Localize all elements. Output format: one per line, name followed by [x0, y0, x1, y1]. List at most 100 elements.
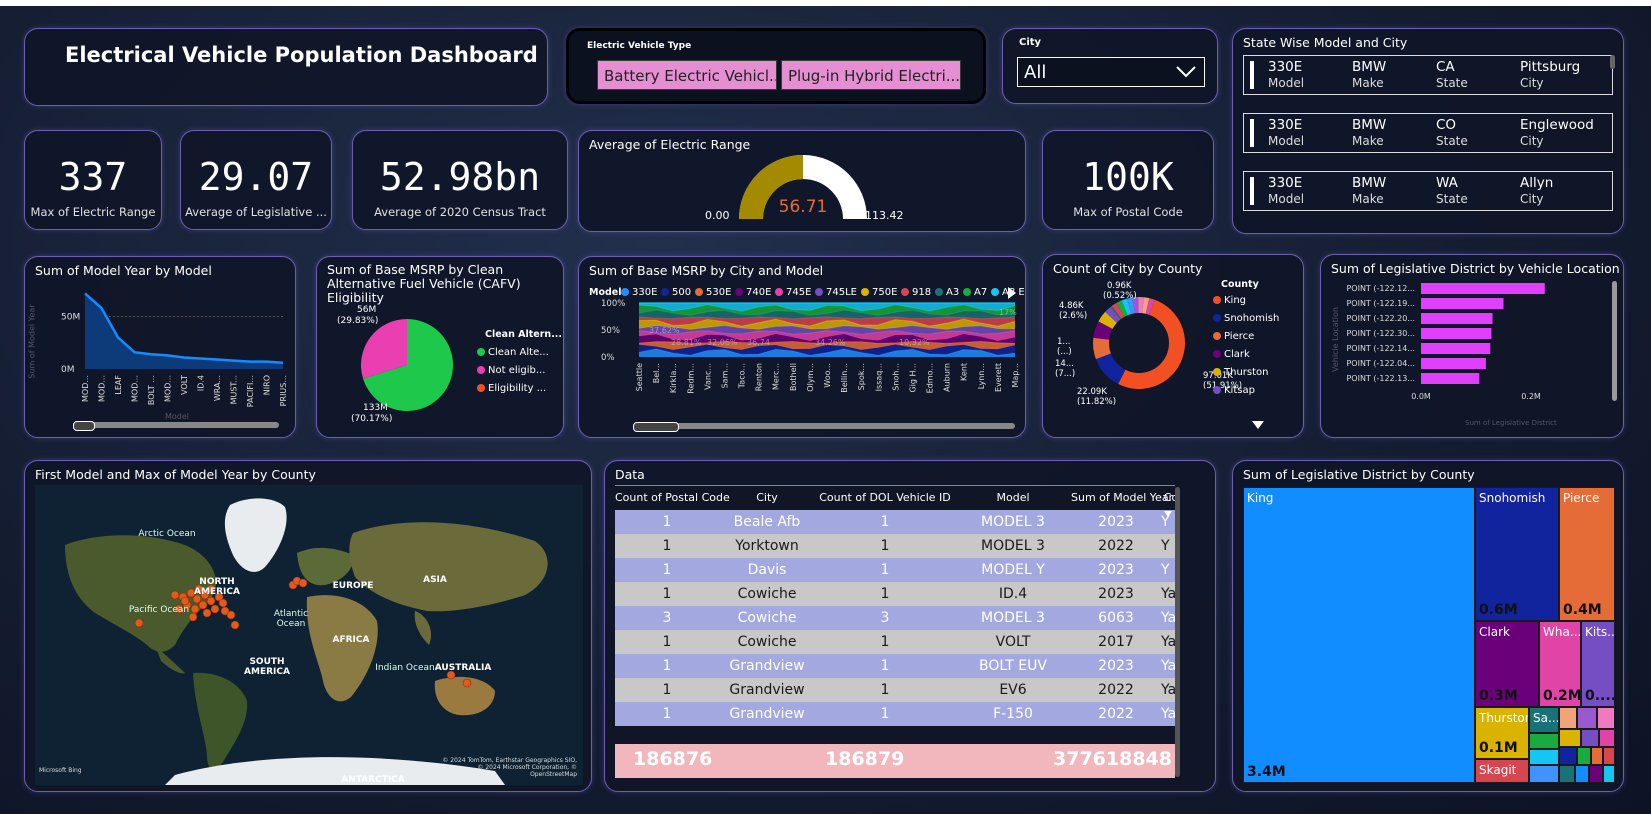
treemap-tile-small[interactable] — [1529, 765, 1559, 783]
msrp-city-scroll-thumb[interactable] — [633, 422, 679, 432]
map-label-indian: Indian Ocean — [375, 663, 435, 673]
table-row[interactable]: 1 Beale Afb 1 MODEL 3 2023 Y — [615, 510, 1175, 534]
state-wise-value: Pittsburg — [1520, 59, 1581, 75]
state-wise-row[interactable]: 330E Model BMW Make CO State Englewood City — [1243, 113, 1613, 153]
treemap-tile-clark[interactable]: Clark 0.3M — [1475, 621, 1539, 707]
bing-logo: Microsoft Bing — [39, 767, 82, 774]
treemap-tile-small[interactable] — [1559, 765, 1575, 783]
treemap-tile-small[interactable] — [1559, 707, 1577, 729]
treemap-tile-king[interactable]: King 3.4M — [1243, 487, 1475, 783]
treemap-tile-skagit[interactable]: Skagit — [1475, 759, 1529, 783]
table-cell: 1 — [662, 562, 672, 578]
x-tick-label: Vanc... — [703, 363, 712, 390]
city-county-donut — [1093, 297, 1185, 389]
treemap-tile-kitsap[interactable]: Kits... 0.... — [1581, 621, 1615, 707]
legend-item[interactable]: King — [1213, 295, 1246, 306]
x-tick-label: Renton — [755, 363, 764, 391]
treemap-tile-small[interactable] — [1603, 765, 1615, 783]
treemap-tile-small[interactable] — [1577, 707, 1597, 729]
total-postal-code: 186876 — [633, 748, 713, 770]
treemap-tile-small[interactable] — [1589, 765, 1603, 783]
legend-color-dot — [477, 348, 485, 356]
vehicle-location-xlabel: Sum of Legislative District — [1465, 419, 1557, 427]
column-header[interactable]: Model — [955, 486, 1071, 510]
table-cell: MODEL 3 — [981, 514, 1045, 530]
table-row[interactable]: 1 Grandview 1 EV6 2022 Ya — [615, 678, 1175, 702]
y-tick-label: POINT (-122.14... — [1346, 344, 1415, 353]
table-row[interactable]: 3 Cowiche 3 MODEL 3 6063 Ya — [615, 606, 1175, 630]
legend-item[interactable]: Not eligib... — [477, 365, 545, 376]
slicer-option-bev[interactable]: Battery Electric Vehicl... — [597, 60, 777, 90]
legend-item[interactable]: Clean Alte... — [477, 347, 549, 358]
gauge-min-label: 0.00 — [705, 209, 730, 222]
table-row[interactable]: 1 Yorktown 1 MODEL 3 2022 Y — [615, 534, 1175, 558]
legend-item[interactable]: Kitsap — [1213, 385, 1255, 396]
treemap-tile-san-juan[interactable]: Sa... — [1529, 707, 1559, 733]
treemap-tile-small[interactable] — [1577, 747, 1591, 765]
table-cell: Y — [1161, 538, 1170, 554]
table-scrollbar[interactable] — [1175, 487, 1180, 777]
msrp-city-scrollbar[interactable] — [633, 422, 1015, 432]
state-wise-value: CO — [1436, 117, 1457, 133]
state-wise-field-label: State — [1436, 192, 1468, 206]
table-row[interactable]: 1 Grandview 1 BOLT EUV 2023 Ya — [615, 654, 1175, 678]
legend-item[interactable]: Pierce — [1213, 331, 1254, 342]
treemap-tile-small[interactable] — [1559, 729, 1581, 747]
legend-color-dot — [477, 384, 485, 392]
x-tick-label: Lynn... — [977, 363, 986, 389]
column-header[interactable]: City — [719, 486, 815, 510]
column-header[interactable]: Sum of Model Year — [1071, 486, 1173, 510]
model-year-scroll-thumb[interactable] — [73, 421, 95, 431]
table-row[interactable]: 1 Grandview 1 F-150 2022 Ya — [615, 702, 1175, 726]
table-cell: Beale Afb — [733, 514, 801, 530]
treemap-tile-small[interactable] — [1559, 747, 1577, 765]
table-cell: MODEL Y — [981, 562, 1045, 578]
treemap-tile-small[interactable] — [1597, 707, 1615, 729]
treemap-tile-small[interactable] — [1529, 733, 1559, 749]
legend-item[interactable]: Snohomish — [1213, 313, 1279, 324]
treemap-tile-whatcom[interactable]: Wha... 0.2M — [1539, 621, 1581, 707]
map-label-na: NORTH AMERICA — [194, 577, 240, 597]
legend-item[interactable]: Eligibility ... — [477, 383, 546, 394]
treemap-tile-small[interactable] — [1575, 765, 1589, 783]
tile-name: Clark — [1479, 625, 1510, 639]
table-cell: 1 — [880, 586, 890, 602]
table-row[interactable]: 1 Cowiche 1 ID.4 2023 Ya — [615, 582, 1175, 606]
data-table-card: Data Count of Postal Code City Count of DO… — [604, 460, 1216, 792]
table-cell: Ya — [1161, 706, 1175, 722]
table-row[interactable]: 1 Davis 1 MODEL Y 2023 Y — [615, 558, 1175, 582]
treemap-tile-thurston[interactable]: Thurston 0.1M — [1475, 707, 1529, 759]
map-marker — [198, 600, 208, 610]
treemap-tile-small[interactable] — [1599, 729, 1615, 747]
sort-desc-icon[interactable] — [1163, 503, 1173, 522]
treemap-tile-small[interactable] — [1581, 729, 1599, 747]
row-accent — [1250, 177, 1254, 205]
pie-label-pct: (70.17%) — [351, 414, 393, 424]
state-wise-row[interactable]: 330E Model BMW Make CA State Pittsburg City — [1243, 55, 1613, 95]
state-wise-field-label: City — [1520, 134, 1544, 148]
treemap-tile-snohomish[interactable]: Snohomish 0.6M — [1475, 487, 1559, 621]
table-cell: 2022 — [1098, 706, 1134, 722]
treemap-tile-small[interactable] — [1591, 747, 1603, 765]
state-wise-row[interactable]: 330E Model BMW Make WA State Allyn City — [1243, 171, 1613, 211]
city-dropdown[interactable]: All — [1017, 57, 1205, 87]
table-cell: Cowiche — [737, 634, 797, 650]
legend-item[interactable]: Clark — [1213, 349, 1250, 360]
bar — [1421, 283, 1545, 294]
map-title: First Model and Max of Model Year by Cou… — [35, 467, 316, 482]
legend-more-icon[interactable] — [1251, 415, 1265, 434]
table-row[interactable]: 1 Cowiche 1 VOLT 2017 Ya — [615, 630, 1175, 654]
vehicle-location-scrollbar[interactable] — [1612, 281, 1617, 401]
model-year-scrollbar[interactable] — [73, 421, 279, 431]
state-wise-scrollbar[interactable] — [1610, 55, 1615, 69]
slicer-option-phev[interactable]: Plug-in Hybrid Electri... — [781, 60, 961, 90]
world-map[interactable] — [35, 485, 583, 785]
legend-item[interactable]: Thurston — [1213, 367, 1268, 378]
table-cell: MODEL 3 — [981, 538, 1045, 554]
table-cell: 2023 — [1098, 562, 1134, 578]
treemap-tile-pierce[interactable]: Pierce 0.4M — [1559, 487, 1615, 621]
column-header[interactable]: Count of Postal Code — [615, 486, 730, 510]
column-header[interactable]: Count of DOL Vehicle ID — [815, 486, 955, 510]
treemap-tile-small[interactable] — [1529, 749, 1559, 765]
treemap-tile-small[interactable] — [1603, 747, 1615, 765]
